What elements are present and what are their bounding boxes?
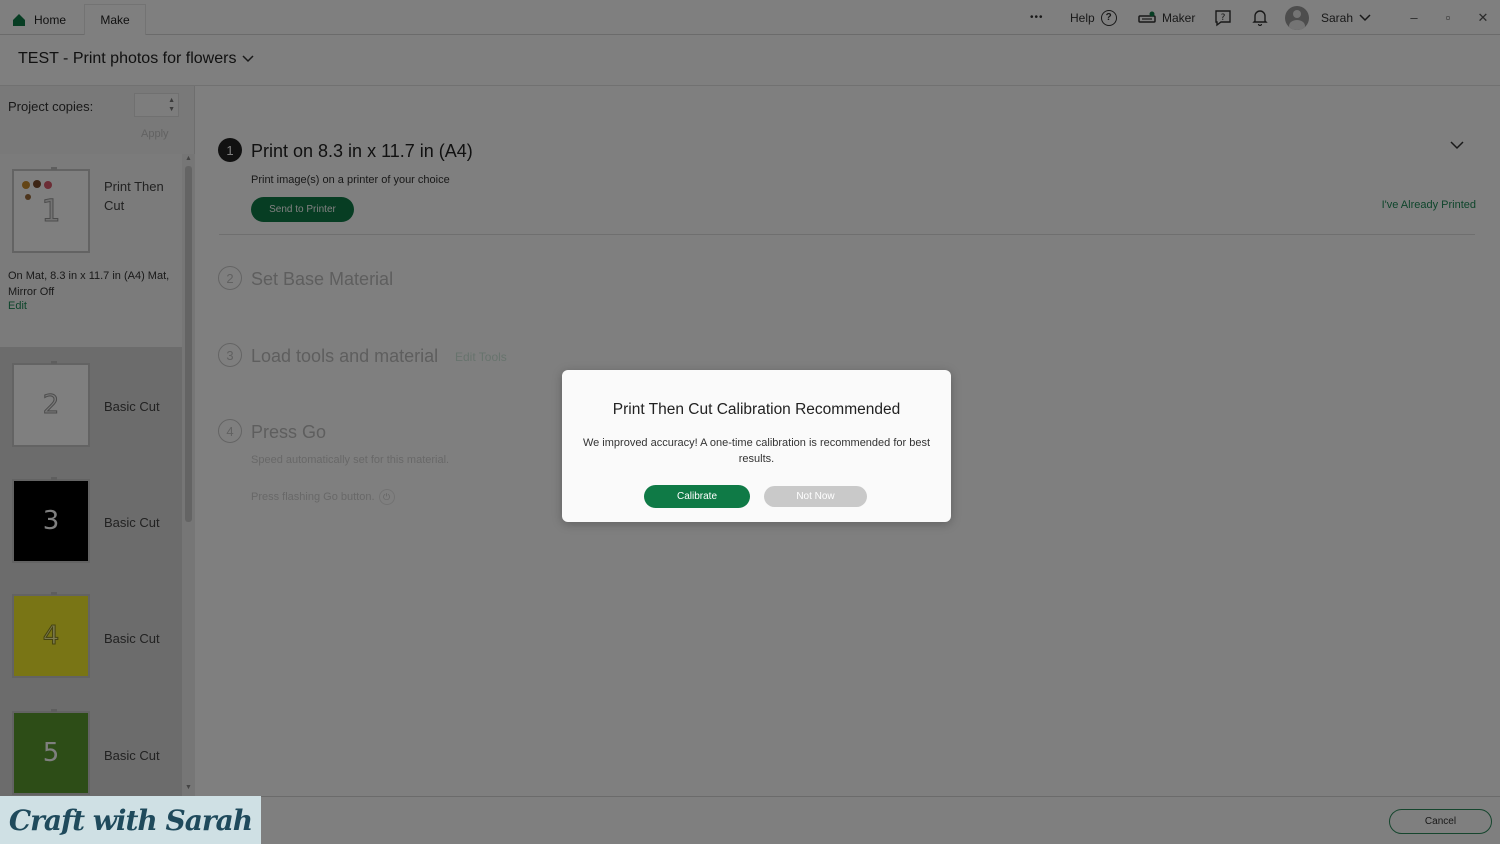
calibrate-button[interactable]: Calibrate: [644, 485, 750, 508]
not-now-button[interactable]: Not Now: [764, 486, 867, 507]
dialog-title: Print Then Cut Calibration Recommended: [612, 401, 901, 418]
calibration-dialog: Print Then Cut Calibration Recommended W…: [562, 370, 951, 522]
watermark-text: Craft with Sarah: [8, 803, 253, 837]
watermark-logo: Craft with Sarah: [0, 796, 261, 844]
dialog-body: We improved accuracy! A one-time calibra…: [582, 437, 931, 465]
